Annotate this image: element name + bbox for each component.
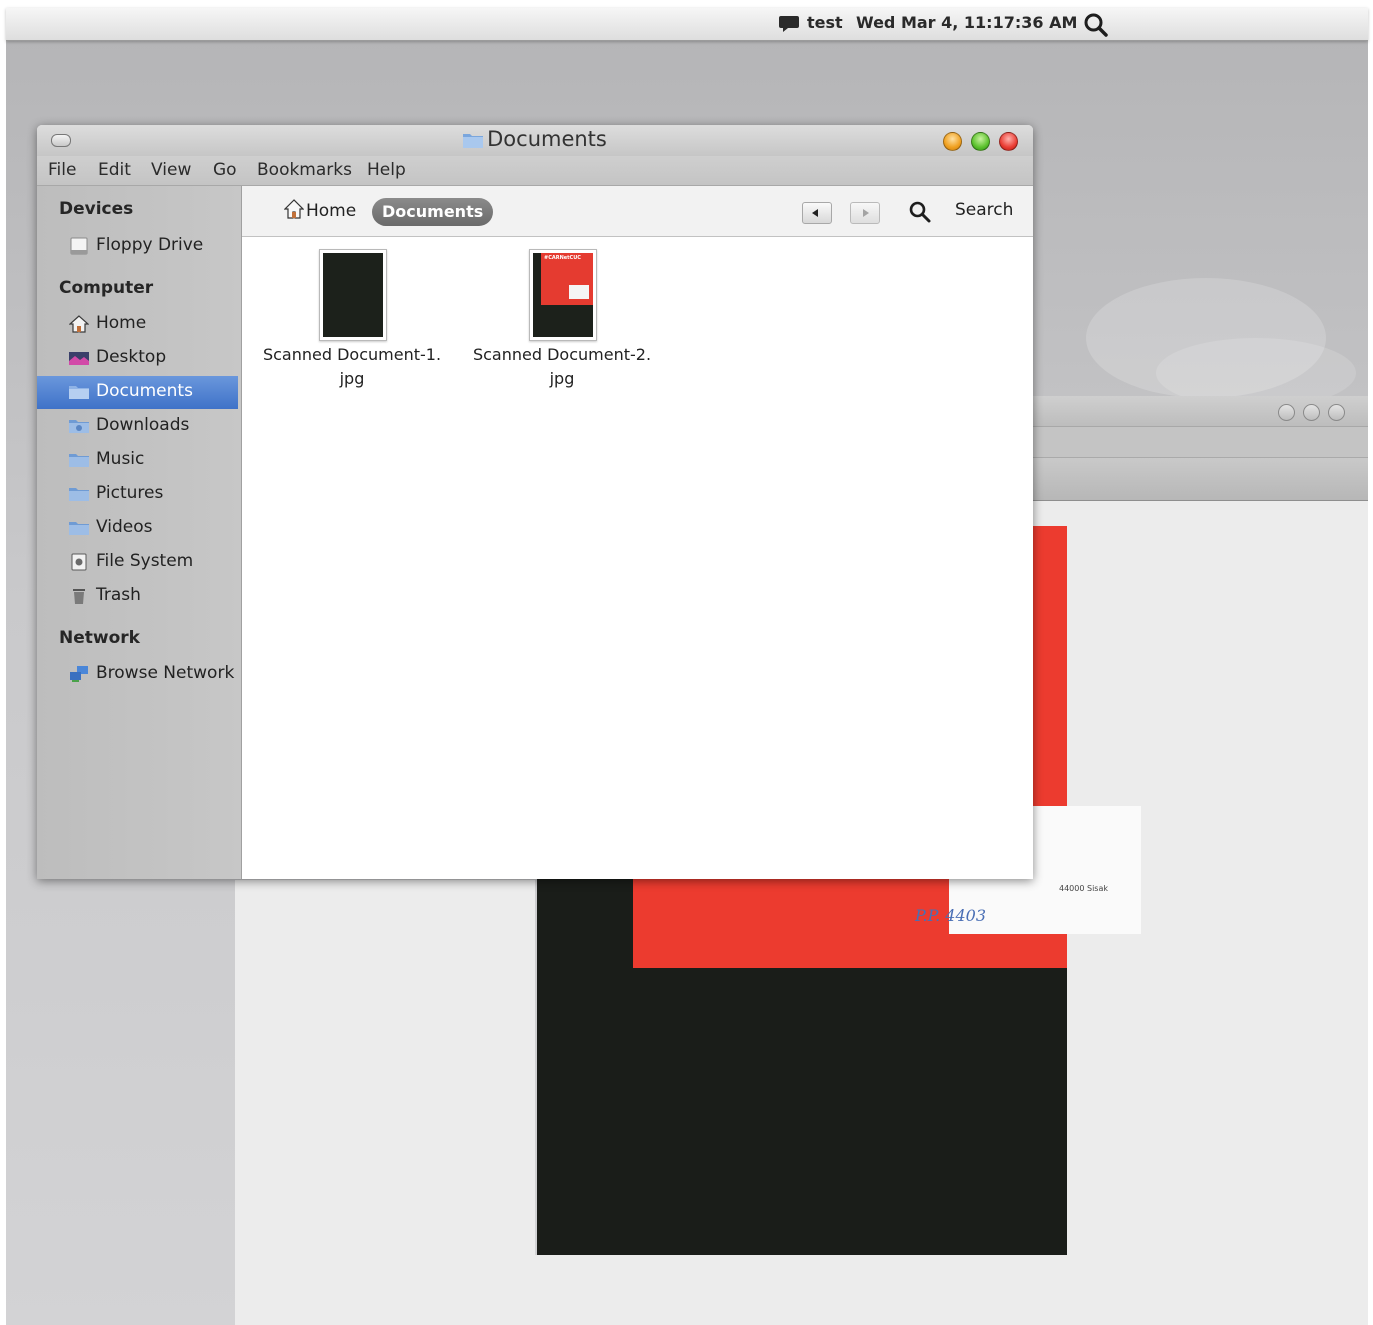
file-name: Scanned Document-2. jpg xyxy=(467,343,657,391)
search-icon[interactable] xyxy=(908,200,932,224)
back-button[interactable] xyxy=(802,202,832,224)
sidebar-item-label: Trash xyxy=(96,585,141,605)
thumbnail-text: #CARNetCUC xyxy=(544,255,581,261)
menu-help[interactable]: Help xyxy=(367,160,406,180)
file-name-line: jpg xyxy=(549,369,575,388)
file-name-line: Scanned Document-2. xyxy=(472,345,652,364)
background-window[interactable] xyxy=(1033,396,1368,501)
scan-address-text: 44000 Sisak xyxy=(1059,884,1108,893)
background-window-titlebar[interactable] xyxy=(1033,396,1368,427)
viewer-canvas xyxy=(235,880,535,1325)
sidebar-item-music[interactable]: Music xyxy=(37,444,238,477)
arrow-right-icon xyxy=(863,209,869,217)
background-minimize-button[interactable] xyxy=(1278,404,1295,421)
location-toolbar: Home Documents Search xyxy=(242,186,1033,237)
sidebar: Devices Floppy Drive Computer Home Deskt… xyxy=(37,186,242,879)
folder-music-icon xyxy=(69,454,89,467)
file-name-line: jpg xyxy=(339,369,365,388)
search-button[interactable]: Search xyxy=(955,200,1013,220)
folder-pictures-icon xyxy=(69,488,89,501)
menu-edit[interactable]: Edit xyxy=(98,160,131,180)
sidebar-heading-network: Network xyxy=(59,628,140,648)
chat-bubble-icon[interactable] xyxy=(779,15,799,33)
sidebar-item-browse-network[interactable]: Browse Network xyxy=(37,658,238,691)
file-manager-window: Documents File Edit View Go Bookmarks He… xyxy=(37,125,1033,879)
sidebar-item-label: Browse Network xyxy=(96,663,235,683)
menu-file[interactable]: File xyxy=(48,160,76,180)
breadcrumb-current[interactable]: Documents xyxy=(372,198,494,226)
sidebar-item-label: File System xyxy=(96,551,194,571)
background-window-toolbar xyxy=(1033,458,1368,501)
folder-videos-icon xyxy=(69,522,89,535)
file-view[interactable]: Scanned Document-1. jpg #CARNetCUC Scann… xyxy=(242,237,1033,879)
sidebar-item-label: Floppy Drive xyxy=(96,235,204,255)
file-name: Scanned Document-1. jpg xyxy=(257,343,447,391)
viewer-canvas xyxy=(535,1255,1035,1325)
scan-handwriting: P.P. 4403 xyxy=(915,906,987,925)
background-window-menubar xyxy=(1033,427,1368,458)
sidebar-item-label: Downloads xyxy=(96,415,190,435)
network-icon xyxy=(70,666,88,682)
home-icon xyxy=(284,199,304,219)
home-icon xyxy=(69,315,89,333)
folder-icon xyxy=(463,134,484,148)
file-system-icon xyxy=(71,553,87,571)
thumbnail-image: #CARNetCUC xyxy=(533,253,593,337)
sidebar-item-trash[interactable]: Trash xyxy=(37,580,238,613)
arrow-left-icon xyxy=(812,209,818,217)
background-maximize-button[interactable] xyxy=(1303,404,1320,421)
file-thumbnail: #CARNetCUC xyxy=(529,249,597,341)
close-button[interactable] xyxy=(999,132,1018,151)
background-close-button[interactable] xyxy=(1328,404,1345,421)
sidebar-item-home[interactable]: Home xyxy=(37,308,238,341)
file-item[interactable]: #CARNetCUC Scanned Document-2. jpg xyxy=(467,249,657,399)
sidebar-item-label: Desktop xyxy=(96,347,167,367)
minimize-button[interactable] xyxy=(943,132,962,151)
desktop-icon xyxy=(69,352,89,365)
top-panel: test Wed Mar 4, 11:17:36 AM xyxy=(6,8,1368,41)
clock[interactable]: Wed Mar 4, 11:17:36 AM xyxy=(856,13,1077,32)
sidebar-item-documents[interactable]: Documents xyxy=(37,376,238,409)
trash-icon xyxy=(73,589,85,604)
sidebar-item-pictures[interactable]: Pictures xyxy=(37,478,238,511)
sidebar-item-label: Videos xyxy=(96,517,153,537)
sidebar-item-downloads[interactable]: Downloads xyxy=(37,410,238,443)
menu-go[interactable]: Go xyxy=(213,160,237,180)
sidebar-heading-computer: Computer xyxy=(59,278,154,298)
window-titlebar[interactable]: Documents xyxy=(37,125,1033,156)
folder-documents-icon xyxy=(69,386,89,399)
sidebar-item-label: Documents xyxy=(96,381,193,401)
thumbnail-label-area xyxy=(569,285,589,299)
sidebar-item-file-system[interactable]: File System xyxy=(37,546,238,579)
sidebar-item-videos[interactable]: Videos xyxy=(37,512,238,545)
window-title: Documents xyxy=(37,127,1033,151)
forward-button[interactable] xyxy=(850,202,880,224)
sidebar-item-desktop[interactable]: Desktop xyxy=(37,342,238,375)
menu-bar: File Edit View Go Bookmarks Help xyxy=(37,156,1033,186)
search-icon[interactable] xyxy=(1083,12,1109,38)
user-name[interactable]: test xyxy=(807,13,843,32)
thumbnail-image xyxy=(323,253,383,337)
maximize-button[interactable] xyxy=(971,132,990,151)
window-title-text: Documents xyxy=(487,127,607,151)
menu-view[interactable]: View xyxy=(151,160,191,180)
sidebar-item-label: Pictures xyxy=(96,483,164,503)
sidebar-heading-devices: Devices xyxy=(59,199,134,219)
sidebar-item-label: Music xyxy=(96,449,145,469)
file-thumbnail xyxy=(319,249,387,341)
breadcrumb-home-label: Home xyxy=(306,201,357,221)
sidebar-item-floppy-drive[interactable]: Floppy Drive xyxy=(37,230,238,263)
file-item[interactable]: Scanned Document-1. jpg xyxy=(257,249,447,399)
breadcrumb-home[interactable]: Home xyxy=(284,199,356,221)
file-name-line: Scanned Document-1. xyxy=(262,345,442,364)
sidebar-item-label: Home xyxy=(96,313,147,333)
menu-bookmarks[interactable]: Bookmarks xyxy=(257,160,352,180)
floppy-drive-icon xyxy=(70,237,88,255)
folder-downloads-icon xyxy=(69,420,89,433)
